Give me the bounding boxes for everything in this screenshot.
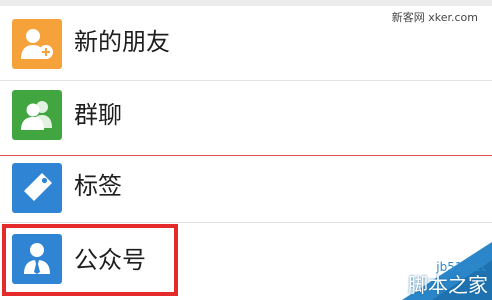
menu-item-label: 群聊 bbox=[74, 101, 122, 129]
group-chat-icon bbox=[12, 90, 62, 140]
watermark-top: 新客网 xker.com bbox=[391, 11, 478, 24]
watermark-corner: jb51.net 脚本之家 bbox=[342, 222, 492, 300]
highlight-box bbox=[2, 224, 178, 296]
menu-item-label: 标签 bbox=[74, 172, 122, 200]
divider bbox=[0, 80, 492, 81]
menu-item-group-chats[interactable]: 群聊 bbox=[0, 84, 492, 152]
section-divider bbox=[0, 155, 492, 156]
menu-item-tags[interactable]: 标签 bbox=[0, 160, 492, 216]
menu-item-label: 新的朋友 bbox=[74, 28, 170, 56]
watermark-name: 脚本之家 bbox=[408, 273, 488, 297]
tag-icon bbox=[12, 163, 62, 213]
add-friend-icon bbox=[12, 19, 62, 69]
